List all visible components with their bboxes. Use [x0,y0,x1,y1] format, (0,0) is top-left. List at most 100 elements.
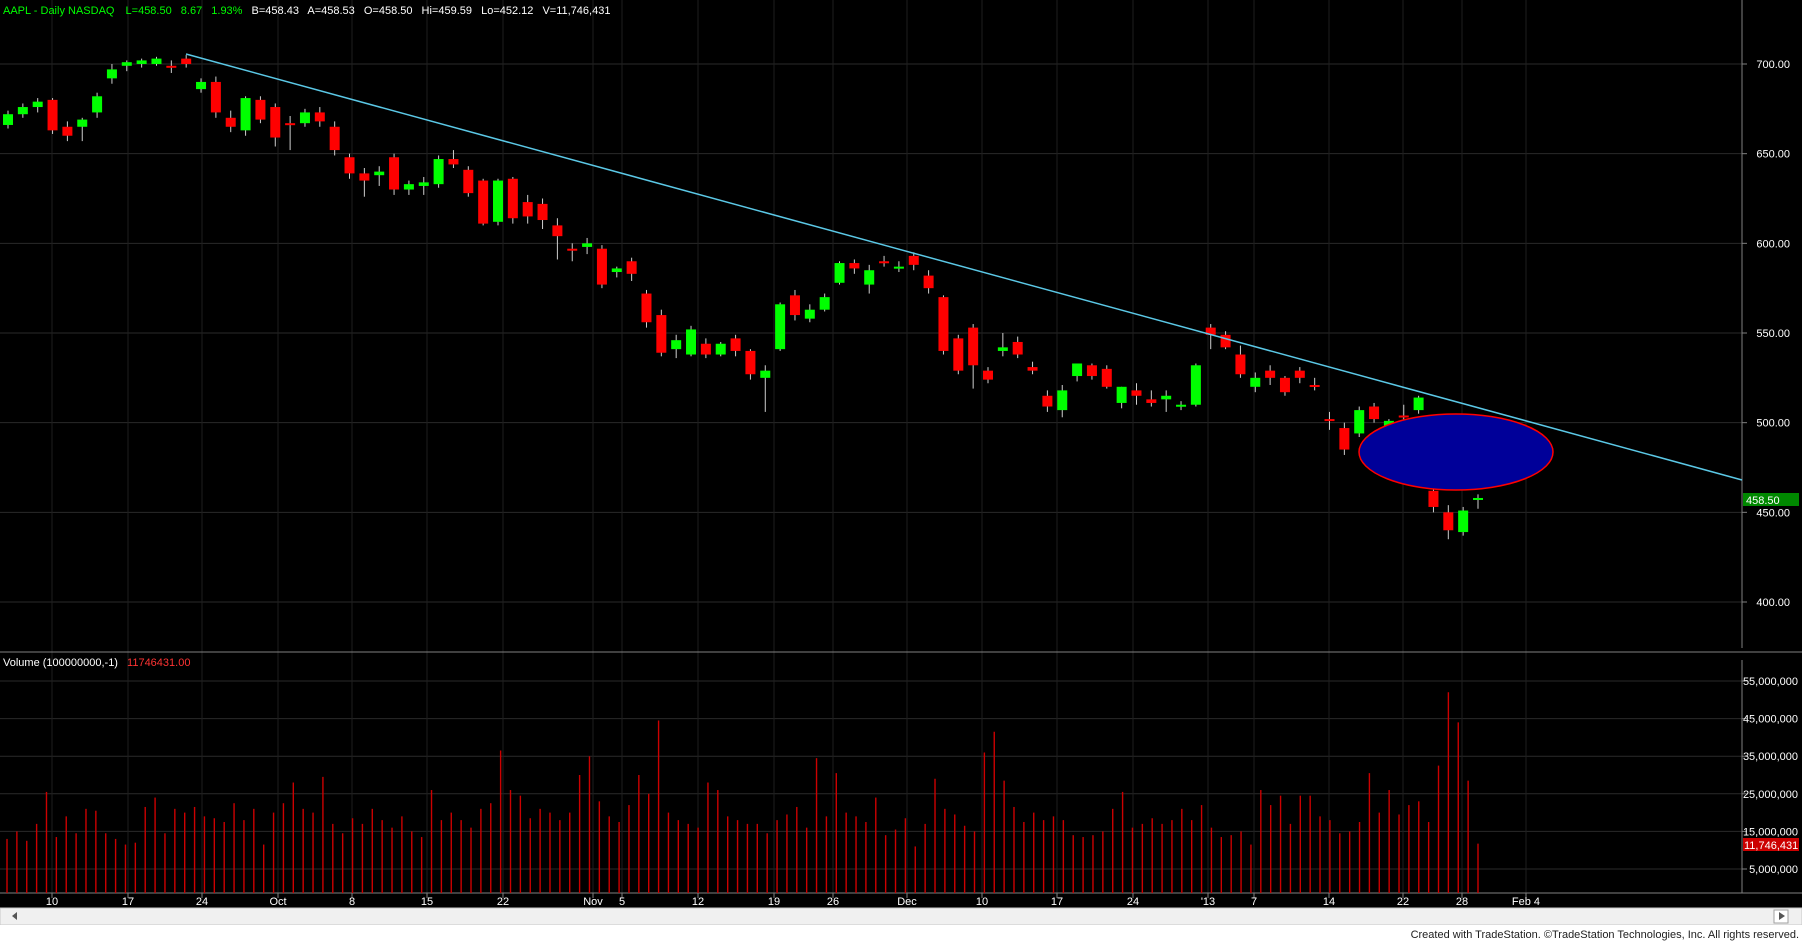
time-tick-label: 22 [497,896,509,908]
bid-price: B=458.43 [252,5,299,17]
candle-body [1057,390,1068,411]
candle-body [359,173,370,181]
volume-header: Volume (100000000,-1) 11746431.00 [3,657,190,669]
candle-body [314,112,325,122]
candle-body [240,98,251,131]
candle [493,178,503,226]
scroll-right-icon[interactable] [1773,909,1789,924]
volume-tick-label: 5,000,000 [1749,864,1798,876]
time-tick-label: 24 [196,896,208,908]
horizontal-scrollbar[interactable] [0,907,1802,926]
candle-body [433,159,444,185]
candle-body [893,266,904,269]
candle-body [1131,390,1142,396]
candle-body [582,243,593,247]
price-tick-label: 500.00 [1756,418,1790,430]
candle-body [374,171,385,176]
candle-body [1339,428,1350,450]
time-tick-label: 17 [1051,896,1063,908]
candle-body [804,309,815,319]
time-tick-label: Nov [583,896,603,908]
time-tick-label: Dec [897,896,917,908]
candle-body [745,350,756,375]
candle [478,178,489,226]
candle-body [611,268,622,273]
candle-body [255,99,266,120]
chart-window: 700.00 650.00 600.00 550.00 500.00 450.00 400.… [0,0,1802,941]
candle-body [225,117,236,127]
candle-body [106,69,117,79]
time-tick-label: 14 [1323,896,1335,908]
candle-body [1101,368,1112,387]
time-tick-label: 8 [349,896,355,908]
time-tick-label: 24 [1127,896,1139,908]
candle [775,302,786,351]
candle [240,96,251,136]
candle-body [1354,410,1365,434]
candle-body [700,343,711,355]
candle-body [166,65,177,68]
time-tick-label: 12 [692,896,704,908]
candle-body [1146,399,1157,403]
candle [210,76,221,118]
candle-body [493,180,503,222]
volume-tick-label: 25,000,000 [1743,789,1798,801]
candle-body [1176,404,1187,407]
candle-body [656,315,667,353]
candle-body [1220,334,1231,348]
candle-body [1190,365,1201,405]
candle [47,98,58,134]
volume-indicator-value: 11746431.00 [127,657,190,669]
candle [834,261,845,285]
low-price: Lo=452.12 [481,5,533,17]
time-tick-label: 10 [46,896,58,908]
time-tick-label: 5 [619,896,625,908]
candle-body [1027,367,1038,371]
candle-body [270,107,281,138]
candle [656,309,667,357]
time-tick-label: 17 [122,896,134,908]
time-tick-label: 19 [768,896,780,908]
candle-body [403,184,414,190]
candle-body [1458,510,1469,533]
open-price: O=458.50 [364,5,413,17]
candle-body [1072,363,1083,377]
candle-body [1161,395,1172,400]
candle-body [1309,385,1320,388]
candle-body [3,114,13,125]
candle-body [1265,370,1276,378]
candle-body [299,112,310,124]
candle-body [849,263,860,269]
price-tick-label: 650.00 [1756,149,1790,161]
candle-body [1369,406,1380,420]
candle-body [730,338,741,351]
candle [389,153,400,195]
time-tick-label: 26 [827,896,839,908]
high-price: Hi=459.59 [422,5,472,17]
candle [507,176,518,224]
time-tick-label: Feb 4 [1512,896,1540,908]
candle-body [151,58,162,64]
candle-body [879,261,890,264]
candle-body [121,62,132,66]
candle-body [329,126,340,151]
candle [1458,506,1469,536]
candle-body [17,107,28,115]
candle-body [1413,397,1424,411]
volume-indicator-label: Volume (100000000,-1) [3,657,118,669]
candle-body [181,58,192,64]
candle-body [1116,386,1127,403]
candle-body [997,347,1008,351]
candle [686,325,697,357]
price-change: 8.67 [181,5,202,17]
candle-body [923,275,934,289]
volume-tick-label: 55,000,000 [1743,676,1798,688]
candle [1190,363,1201,407]
last-volume-label: 11,746,431 [1744,840,1798,852]
highlight-ellipse[interactable] [1358,413,1554,491]
candle-body [136,60,147,64]
time-tick-label: '13 [1201,896,1215,908]
candle [641,289,652,328]
ask-price: A=458.53 [307,5,354,17]
candle-body [686,329,697,355]
